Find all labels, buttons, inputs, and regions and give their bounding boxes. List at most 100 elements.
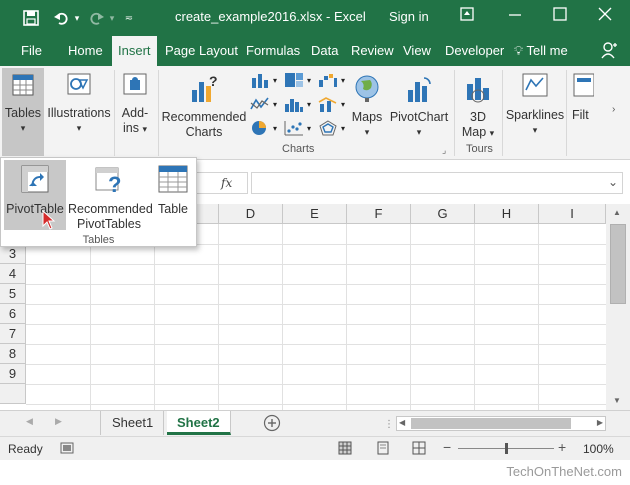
table-grid-icon [2, 74, 44, 100]
column-header-d[interactable]: D [219, 204, 283, 224]
sign-in-link[interactable]: Sign in [389, 9, 429, 24]
tab-file[interactable]: File [21, 43, 42, 58]
row-header-9[interactable]: 9 [0, 364, 26, 384]
gridline [26, 304, 606, 305]
pivotchart-button[interactable]: PivotChart ▾ [388, 68, 450, 142]
table-button[interactable]: Table [151, 160, 195, 230]
row-header-7[interactable]: 7 [0, 324, 26, 344]
pie-chart-button[interactable]: ▾ [250, 120, 277, 136]
gridline [538, 224, 539, 410]
line-chart-button[interactable]: ▾ [250, 96, 277, 112]
tab-view[interactable]: View [403, 43, 431, 58]
column-header-f[interactable]: F [347, 204, 411, 224]
row-header-4[interactable]: 4 [0, 264, 26, 284]
filters-button[interactable]: Filt [568, 68, 596, 142]
tab-review[interactable]: Review [351, 43, 394, 58]
tab-home[interactable]: Home [68, 43, 103, 58]
redo-dropdown-icon[interactable]: ▾ [106, 8, 118, 28]
row-header-3[interactable]: 3 [0, 244, 26, 264]
undo-dropdown-icon[interactable]: ▾ [71, 8, 83, 28]
illustrations-button[interactable]: Illustrations ▾ [46, 68, 112, 156]
sheet-tab-bar: ◀ ▶ Sheet1 Sheet2 ⋮ ◀ ▶ [0, 410, 630, 436]
gridline [346, 224, 347, 410]
scroll-down-icon[interactable]: ▼ [613, 396, 621, 405]
tables-dropdown: PivotTable ? Recommended PivotTables Tab… [0, 157, 197, 247]
combo-chart-button[interactable]: ▾ [318, 96, 345, 112]
3d-map-button[interactable]: 3D Map ▾ [456, 68, 500, 142]
zoom-slider-thumb[interactable] [505, 443, 508, 454]
row-header-8[interactable]: 8 [0, 344, 26, 364]
maximize-icon[interactable] [553, 7, 567, 25]
minimize-icon[interactable] [508, 7, 522, 25]
pivottable-button[interactable]: PivotTable [4, 160, 66, 230]
vertical-scrollbar[interactable]: ▲ ▼ [606, 204, 630, 410]
group-separator [502, 70, 503, 156]
waterfall-icon [319, 74, 337, 87]
tab-page-layout[interactable]: Page Layout [165, 43, 238, 58]
dialog-launcher-icon[interactable]: ⌟ [442, 145, 446, 156]
normal-view-icon[interactable] [338, 441, 352, 458]
formula-input[interactable]: ⌄ [251, 172, 623, 194]
globe-icon [348, 74, 386, 108]
waterfall-chart-button[interactable]: ▾ [318, 72, 345, 88]
radar-chart-button[interactable]: ▾ [318, 120, 345, 136]
share-user-icon[interactable] [601, 41, 617, 63]
pivotchart-icon [388, 74, 450, 108]
statistic-chart-button[interactable]: ▾ [284, 96, 311, 112]
watermark-text: TechOnTheNet.com [506, 464, 622, 479]
page-layout-view-icon[interactable] [376, 441, 390, 458]
customize-quick-access-icon[interactable]: ≂ [122, 8, 136, 28]
horizontal-scroll-thumb[interactable] [411, 418, 571, 429]
maps-button[interactable]: Maps ▾ [348, 68, 386, 142]
prev-sheet-icon[interactable]: ◀ [26, 416, 33, 427]
add-ins-button[interactable]: Add- ins ▾ [116, 68, 154, 156]
tab-split-handle-icon[interactable]: ⋮ [384, 419, 394, 430]
zoom-out-icon[interactable]: − [443, 439, 451, 455]
macro-record-icon[interactable] [60, 441, 74, 458]
insert-function-button[interactable]: fx [221, 176, 232, 190]
close-icon[interactable] [598, 7, 612, 25]
recommended-charts-button[interactable]: ? Recommended Charts [160, 68, 248, 142]
scroll-right-icon[interactable]: ▶ [597, 418, 603, 427]
column-header-g[interactable]: G [411, 204, 475, 224]
column-header-i[interactable]: I [539, 204, 606, 224]
tab-data[interactable]: Data [311, 43, 338, 58]
ribbon-scroll-right-icon[interactable]: › [612, 104, 626, 122]
scatter-chart-button[interactable]: ▾ [284, 120, 311, 136]
sparklines-button[interactable]: Sparklines ▾ [504, 68, 566, 142]
histogram-icon [285, 99, 303, 112]
tab-developer[interactable]: Developer [445, 43, 504, 58]
row-header-6[interactable]: 6 [0, 304, 26, 324]
tab-insert[interactable]: Insert [112, 36, 157, 66]
gridline [26, 364, 606, 365]
radar-chart-icon [319, 120, 337, 136]
next-sheet-icon[interactable]: ▶ [55, 416, 62, 427]
recommended-pivottables-button[interactable]: ? Recommended PivotTables [68, 160, 153, 231]
tell-me-box[interactable]: 💡︎ Tell me [514, 43, 568, 59]
scroll-up-icon[interactable]: ▲ [613, 208, 621, 217]
undo-icon[interactable] [50, 8, 72, 28]
sheet-tab-sheet1[interactable]: Sheet1 [102, 411, 165, 435]
hierarchy-chart-button[interactable]: ▾ [284, 72, 311, 88]
column-header-h[interactable]: H [475, 204, 539, 224]
tables-button[interactable]: Tables ▾ [2, 68, 44, 156]
zoom-in-icon[interactable]: + [558, 439, 566, 455]
vertical-scroll-thumb[interactable] [610, 224, 626, 304]
column-chart-button[interactable]: ▾ [250, 72, 277, 88]
new-sheet-button[interactable] [263, 414, 281, 435]
redo-icon[interactable] [86, 8, 108, 28]
row-header-5[interactable]: 5 [0, 284, 26, 304]
row-header-10[interactable] [0, 384, 26, 404]
tab-formulas[interactable]: Formulas [246, 43, 300, 58]
sheet-tab-sheet2[interactable]: Sheet2 [167, 411, 231, 435]
column-header-e[interactable]: E [283, 204, 347, 224]
horizontal-scrollbar[interactable]: ◀ ▶ [396, 416, 606, 431]
save-icon[interactable] [20, 8, 42, 28]
ribbon-display-options-icon[interactable] [460, 7, 474, 25]
page-break-view-icon[interactable] [412, 441, 426, 458]
gridline [154, 224, 155, 410]
expand-formula-bar-icon[interactable]: ⌄ [608, 175, 618, 189]
scroll-left-icon[interactable]: ◀ [399, 418, 405, 427]
zoom-slider[interactable] [458, 443, 554, 454]
zoom-level[interactable]: 100% [583, 442, 614, 456]
